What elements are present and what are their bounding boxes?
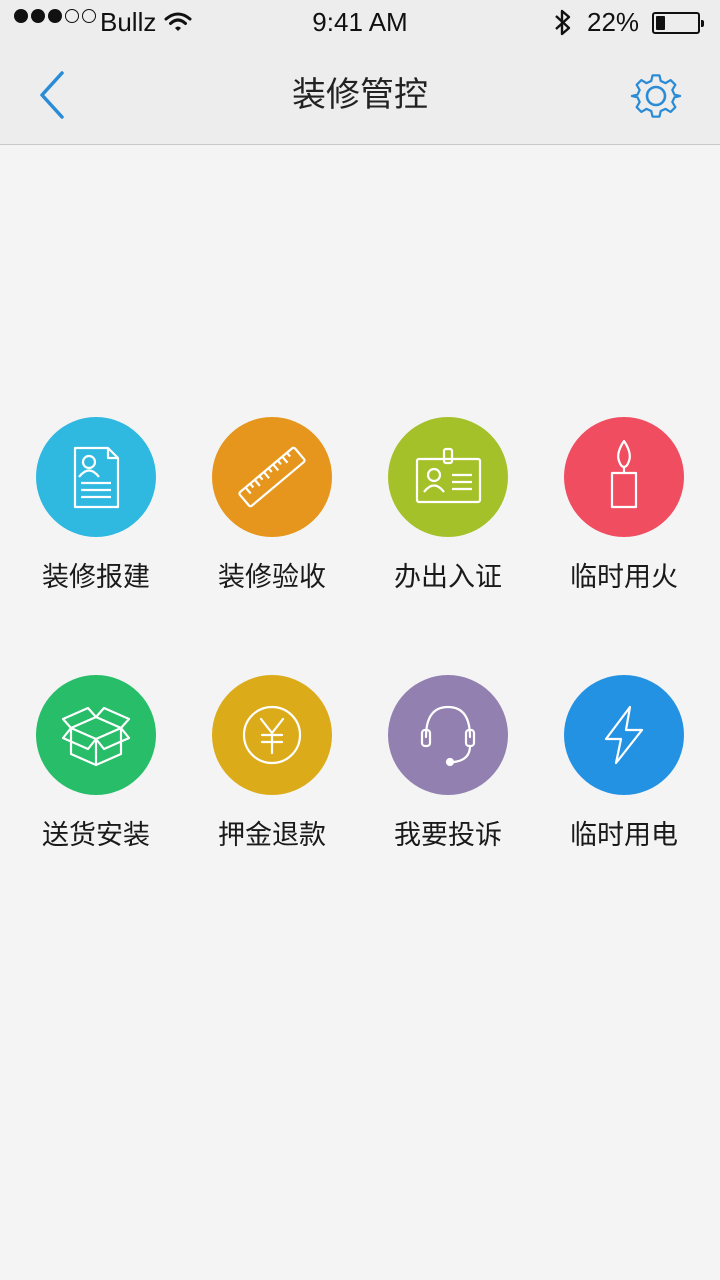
tile-label: 临时用火 [570, 562, 678, 593]
tile-label: 装修验收 [218, 562, 326, 593]
tile-circle [36, 675, 156, 795]
tile-delivery-installation[interactable]: 送货安装 [8, 675, 184, 875]
back-button[interactable] [26, 68, 78, 122]
battery-icon [652, 12, 704, 34]
tile-complaint[interactable]: 我要投诉 [360, 675, 536, 875]
tile-circle [564, 417, 684, 537]
tile-label: 装修报建 [42, 562, 150, 593]
yen-coin-icon [242, 705, 302, 765]
screen: Bullz 9:41 AM 22% 装修管控 装修报建 装修验收 办出入证 临时… [0, 0, 720, 1280]
tile-label: 办出入证 [394, 562, 502, 593]
ruler-icon [238, 446, 306, 508]
tile-label: 临时用电 [570, 820, 678, 851]
tile-access-pass[interactable]: 办出入证 [360, 417, 536, 617]
headset-icon [420, 705, 476, 767]
tile-circle [212, 417, 332, 537]
box-icon [61, 706, 131, 767]
tile-renovation-acceptance[interactable]: 装修验收 [184, 417, 360, 617]
tile-label: 送货安装 [42, 820, 150, 851]
status-bar: Bullz 9:41 AM 22% [0, 0, 720, 46]
tile-deposit-refund[interactable]: 押金退款 [184, 675, 360, 875]
tile-temporary-fire[interactable]: 临时用火 [536, 417, 712, 617]
tile-temporary-electricity[interactable]: 临时用电 [536, 675, 712, 875]
tile-renovation-application[interactable]: 装修报建 [8, 417, 184, 617]
tile-circle [212, 675, 332, 795]
settings-button[interactable] [626, 68, 686, 124]
chevron-left-icon [40, 71, 64, 119]
nav-bar: 装修管控 [0, 46, 720, 145]
tile-circle [388, 417, 508, 537]
tile-circle [388, 675, 508, 795]
id-card-icon [415, 447, 482, 504]
page-title: 装修管控 [292, 75, 428, 115]
tile-circle [564, 675, 684, 795]
gear-icon [630, 74, 682, 118]
document-user-icon [73, 446, 120, 509]
lightning-icon [604, 705, 644, 765]
bluetooth-icon [553, 7, 573, 46]
battery-percent: 22% [587, 7, 640, 37]
tile-label: 押金退款 [218, 820, 326, 851]
tile-label: 我要投诉 [394, 820, 502, 851]
candle-icon [610, 439, 638, 509]
tile-circle [36, 417, 156, 537]
